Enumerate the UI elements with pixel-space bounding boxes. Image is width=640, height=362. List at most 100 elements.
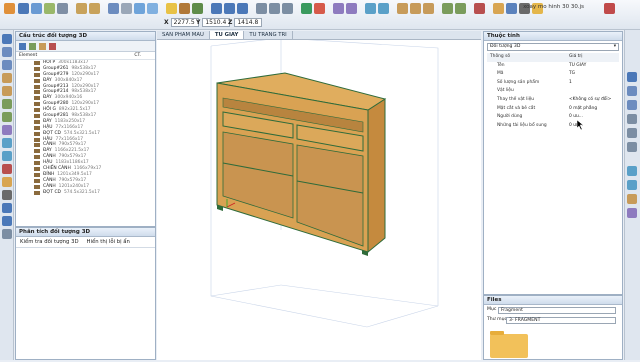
export-icon[interactable]: [365, 3, 376, 14]
material-icon[interactable]: [179, 3, 190, 14]
textured-icon[interactable]: [627, 194, 637, 204]
cut-icon[interactable]: [121, 3, 132, 14]
cabinet-icon[interactable]: [397, 3, 408, 14]
y-field[interactable]: 1510.4: [202, 17, 231, 27]
divider-icon[interactable]: [2, 112, 12, 122]
property-row[interactable]: Số lượng sản phẩm 1: [487, 79, 619, 88]
redo-icon[interactable]: [89, 3, 100, 14]
print-icon[interactable]: [57, 3, 68, 14]
part-icon: [34, 190, 40, 195]
shadow-icon[interactable]: [627, 208, 637, 218]
cut-tool-icon[interactable]: [2, 164, 12, 174]
render-icon[interactable]: [301, 3, 312, 14]
wireframe-icon[interactable]: [627, 166, 637, 176]
property-row[interactable]: Vật liệu: [487, 87, 619, 96]
view-left-icon[interactable]: [627, 114, 637, 124]
collapse-icon[interactable]: [29, 43, 36, 50]
close-icon[interactable]: [604, 3, 615, 14]
layer-icon[interactable]: [2, 216, 12, 226]
property-row[interactable]: Thay thế vật liệu <Không có sự đổi>: [487, 96, 619, 105]
grid-icon[interactable]: [346, 3, 357, 14]
dimension-icon[interactable]: [2, 190, 12, 200]
group-icon[interactable]: [2, 229, 12, 239]
view-iso-icon[interactable]: [627, 72, 637, 82]
edge-icon[interactable]: [2, 138, 12, 148]
view-front-icon[interactable]: [211, 3, 222, 14]
settings-icon[interactable]: [506, 3, 517, 14]
folder-select[interactable]: 3- FRAGMENT: [506, 317, 616, 324]
select-icon[interactable]: [108, 3, 119, 14]
3d-viewport[interactable]: [157, 37, 481, 360]
new-file-icon[interactable]: [18, 3, 29, 14]
open-icon[interactable]: [31, 3, 42, 14]
zoom-icon[interactable]: [256, 3, 267, 14]
tab-tu-giay[interactable]: TU GIAY: [209, 31, 245, 39]
property-row[interactable]: Mã TG: [487, 70, 619, 79]
x-field[interactable]: 2277.5: [170, 17, 199, 27]
copy-icon[interactable]: [134, 3, 145, 14]
shelf-icon[interactable]: [2, 99, 12, 109]
view-top-icon[interactable]: [224, 3, 235, 14]
view-back-icon[interactable]: [627, 100, 637, 110]
stop-icon[interactable]: [314, 3, 325, 14]
property-key: Vật liệu: [497, 88, 514, 94]
tab-san-pham-mau[interactable]: SAN PHAM MAU: [157, 31, 210, 39]
list-icon[interactable]: [455, 3, 466, 14]
panel-icon[interactable]: [2, 73, 12, 83]
box-icon[interactable]: [2, 86, 12, 96]
remove-icon[interactable]: [49, 43, 56, 50]
properties-panel-title: Thuộc tính: [484, 32, 622, 41]
expand-icon[interactable]: [19, 43, 26, 50]
shaded-icon[interactable]: [627, 180, 637, 190]
check-3d-button[interactable]: Kiểm tra đối tượng 3D: [20, 237, 79, 247]
delete-icon[interactable]: [474, 3, 485, 14]
view-front-right-icon[interactable]: [627, 86, 637, 96]
property-value[interactable]: 0 mặt phẳng: [569, 105, 597, 114]
rotate-icon[interactable]: [269, 3, 280, 14]
tab-tu-trang-tri[interactable]: TU TRANG TRI: [244, 31, 293, 39]
pointer-icon[interactable]: [2, 34, 12, 44]
mirror-icon[interactable]: [2, 151, 12, 161]
hardware-icon[interactable]: [2, 125, 12, 135]
menu-icon[interactable]: [4, 3, 15, 14]
view-bottom-icon[interactable]: [627, 142, 637, 152]
view-right-icon[interactable]: [627, 128, 637, 138]
save-icon[interactable]: [44, 3, 55, 14]
property-value[interactable]: 1: [569, 79, 572, 88]
z-field[interactable]: 1414.8: [234, 17, 263, 27]
category-select[interactable]: Fragment: [498, 307, 616, 314]
property-row[interactable]: Tên TU GIAY: [487, 62, 619, 71]
drawer-icon[interactable]: [410, 3, 421, 14]
folder-icon[interactable]: [490, 331, 528, 358]
z-coordinate: Z 1414.8: [228, 17, 263, 27]
property-value[interactable]: <Không có sự đổi>: [569, 96, 611, 105]
show-hidden-errors-button[interactable]: Hiển thị lỗi bị ẩn: [87, 237, 130, 247]
measure-icon[interactable]: [333, 3, 344, 14]
property-value[interactable]: TU GIAY: [569, 62, 586, 71]
tree-item[interactable]: ĐỢT CD 574.5x321.5x17: [30, 190, 155, 196]
move-icon[interactable]: [2, 47, 12, 57]
property-key: Mặt cắt và bẻ cắt: [497, 105, 536, 111]
object-type-select[interactable]: Đối tượng 3D ▾: [487, 43, 619, 51]
property-value[interactable]: TG: [569, 70, 575, 79]
y-coordinate: Y 1510.4: [196, 17, 231, 27]
undo-icon[interactable]: [76, 3, 87, 14]
view-side-icon[interactable]: [237, 3, 248, 14]
import-icon[interactable]: [378, 3, 389, 14]
property-row[interactable]: Những tài liệu bổ sung 0 ưu...: [487, 122, 619, 131]
report-icon[interactable]: [442, 3, 453, 14]
files-category-row: Mục Fragment: [484, 305, 622, 315]
property-row[interactable]: Người dùng 0 ưu...: [487, 113, 619, 122]
texture-icon[interactable]: [192, 3, 203, 14]
light-icon[interactable]: [166, 3, 177, 14]
rotate-tool-icon[interactable]: [2, 60, 12, 70]
pan-icon[interactable]: [282, 3, 293, 14]
paste-icon[interactable]: [147, 3, 158, 14]
text-icon[interactable]: [2, 203, 12, 213]
part-icon: [34, 125, 40, 130]
filter-icon[interactable]: [39, 43, 46, 50]
property-row[interactable]: Mặt cắt và bẻ cắt 0 mặt phẳng: [487, 105, 619, 114]
avatar[interactable]: [493, 3, 504, 14]
hole-icon[interactable]: [2, 177, 12, 187]
door-icon[interactable]: [423, 3, 434, 14]
